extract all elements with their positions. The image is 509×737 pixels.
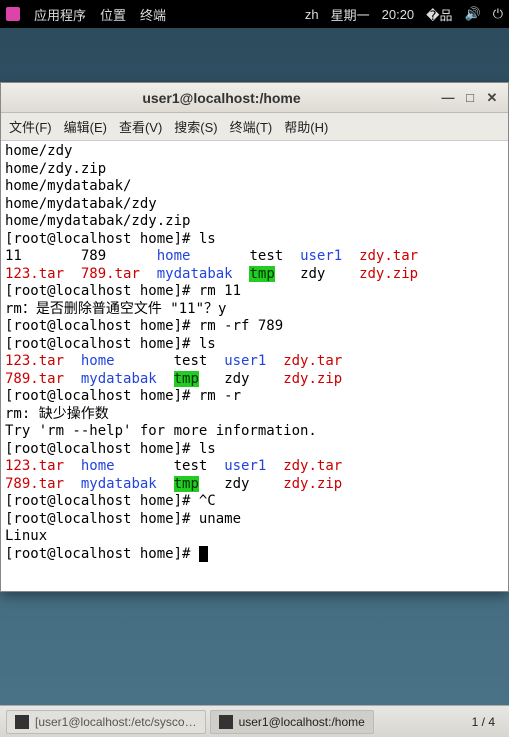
- ls-dir-sticky: tmp: [174, 476, 199, 492]
- terminal-window: user1@localhost:/home — □ ✕ 文件(F) 编辑(E) …: [0, 82, 509, 592]
- task-button-inactive[interactable]: [user1@localhost:/etc/sysco…: [6, 710, 206, 734]
- prompt: [root@localhost home]#: [5, 336, 199, 352]
- prompt: [root@localhost home]#: [5, 546, 199, 562]
- task-label: user1@localhost:/home: [239, 715, 365, 729]
- menu-terminal-app[interactable]: 终端(T): [230, 117, 273, 136]
- ls-archive: 123.tar: [5, 458, 64, 474]
- ls-archive: 789.tar: [81, 266, 140, 282]
- ls-file: test: [174, 353, 208, 369]
- input-method-indicator[interactable]: zh: [305, 7, 319, 22]
- ls-archive: zdy.tar: [359, 248, 418, 264]
- menu-help[interactable]: 帮助(H): [284, 117, 328, 136]
- ls-dir-sticky: tmp: [174, 371, 199, 387]
- command: rm -r: [199, 388, 241, 404]
- prompt: [root@localhost home]#: [5, 231, 199, 247]
- ls-file: test: [249, 248, 283, 264]
- ls-dir: mydatabak: [81, 476, 157, 492]
- close-button[interactable]: ✕: [482, 88, 502, 108]
- out-line: rm: 缺少操作数: [5, 406, 109, 422]
- prompt: [root@localhost home]#: [5, 318, 199, 334]
- network-icon[interactable]: �品: [426, 5, 452, 24]
- workspace-switcher[interactable]: 1 / 4: [464, 715, 503, 729]
- ls-dir: mydatabak: [157, 266, 233, 282]
- cursor: [199, 546, 208, 562]
- ls-dir-sticky: tmp: [249, 266, 274, 282]
- prompt: [root@localhost home]#: [5, 511, 199, 527]
- out-line: home/zdy.zip: [5, 161, 106, 177]
- ls-file: zdy: [300, 266, 325, 282]
- menu-search[interactable]: 搜索(S): [174, 117, 217, 136]
- ls-archive: zdy.zip: [359, 266, 418, 282]
- out-line: home/mydatabak/zdy: [5, 196, 157, 212]
- ls-dir: user1: [224, 353, 266, 369]
- task-label: [user1@localhost:/etc/sysco…: [35, 715, 197, 729]
- command: ^C: [199, 493, 216, 509]
- command: ls: [199, 231, 216, 247]
- ls-dir: home: [81, 353, 115, 369]
- ls-dir: mydatabak: [81, 371, 157, 387]
- window-title: user1@localhost:/home: [7, 90, 436, 106]
- command: rm 11: [199, 283, 241, 299]
- menu-edit[interactable]: 编辑(E): [64, 117, 107, 136]
- out-line: home/mydatabak/zdy.zip: [5, 213, 190, 229]
- ls-dir: user1: [300, 248, 342, 264]
- clock-time: 20:20: [382, 7, 415, 22]
- command: rm -rf 789: [199, 318, 283, 334]
- command: uname: [199, 511, 241, 527]
- minimize-button[interactable]: —: [438, 88, 458, 108]
- bottom-panel: [user1@localhost:/etc/sysco… user1@local…: [0, 705, 509, 737]
- volume-icon[interactable]: 🔊: [465, 6, 481, 22]
- out-line: home/zdy: [5, 143, 72, 159]
- ls-file: 11: [5, 248, 22, 264]
- ls-archive: zdy.zip: [283, 476, 342, 492]
- ls-dir: user1: [224, 458, 266, 474]
- prompt: [root@localhost home]#: [5, 388, 199, 404]
- menu-applications[interactable]: 应用程序: [34, 5, 86, 24]
- task-button-active[interactable]: user1@localhost:/home: [210, 710, 374, 734]
- ls-file: test: [174, 458, 208, 474]
- prompt: [root@localhost home]#: [5, 441, 199, 457]
- ls-archive: 789.tar: [5, 371, 64, 387]
- out-line: Linux: [5, 528, 47, 544]
- out-line: home/mydatabak/: [5, 178, 131, 194]
- prompt: [root@localhost home]#: [5, 283, 199, 299]
- out-line: Try 'rm --help' for more information.: [5, 423, 317, 439]
- ls-file: zdy: [224, 371, 249, 387]
- ls-archive: zdy.tar: [283, 458, 342, 474]
- power-icon[interactable]: ⏻: [493, 6, 503, 22]
- ls-archive: 789.tar: [5, 476, 64, 492]
- ls-dir: home: [81, 458, 115, 474]
- terminal-icon: [15, 715, 29, 729]
- menu-places[interactable]: 位置: [100, 5, 126, 24]
- out-line: rm：是否删除普通空文件 "11"？: [5, 301, 218, 317]
- menu-terminal[interactable]: 终端: [140, 5, 166, 24]
- command: ls: [199, 336, 216, 352]
- panel-logo-icon: [6, 7, 20, 21]
- ls-file: 789: [81, 248, 106, 264]
- titlebar[interactable]: user1@localhost:/home — □ ✕: [1, 83, 508, 113]
- ls-dir: home: [157, 248, 191, 264]
- clock-day: 星期一: [331, 5, 370, 24]
- ls-file: zdy: [224, 476, 249, 492]
- ls-archive: 123.tar: [5, 266, 64, 282]
- prompt: [root@localhost home]#: [5, 493, 199, 509]
- terminal-output[interactable]: home/zdy home/zdy.zip home/mydatabak/ ho…: [1, 141, 508, 591]
- ls-archive: zdy.tar: [283, 353, 342, 369]
- command: ls: [199, 441, 216, 457]
- top-panel: 应用程序 位置 终端 zh 星期一 20:20 �品 🔊 ⏻: [0, 0, 509, 28]
- user-input: y: [218, 301, 226, 317]
- maximize-button[interactable]: □: [460, 88, 480, 108]
- menu-view[interactable]: 查看(V): [119, 117, 162, 136]
- menubar: 文件(F) 编辑(E) 查看(V) 搜索(S) 终端(T) 帮助(H): [1, 113, 508, 141]
- ls-archive: zdy.zip: [283, 371, 342, 387]
- terminal-icon: [219, 715, 233, 729]
- ls-archive: 123.tar: [5, 353, 64, 369]
- menu-file[interactable]: 文件(F): [9, 117, 52, 136]
